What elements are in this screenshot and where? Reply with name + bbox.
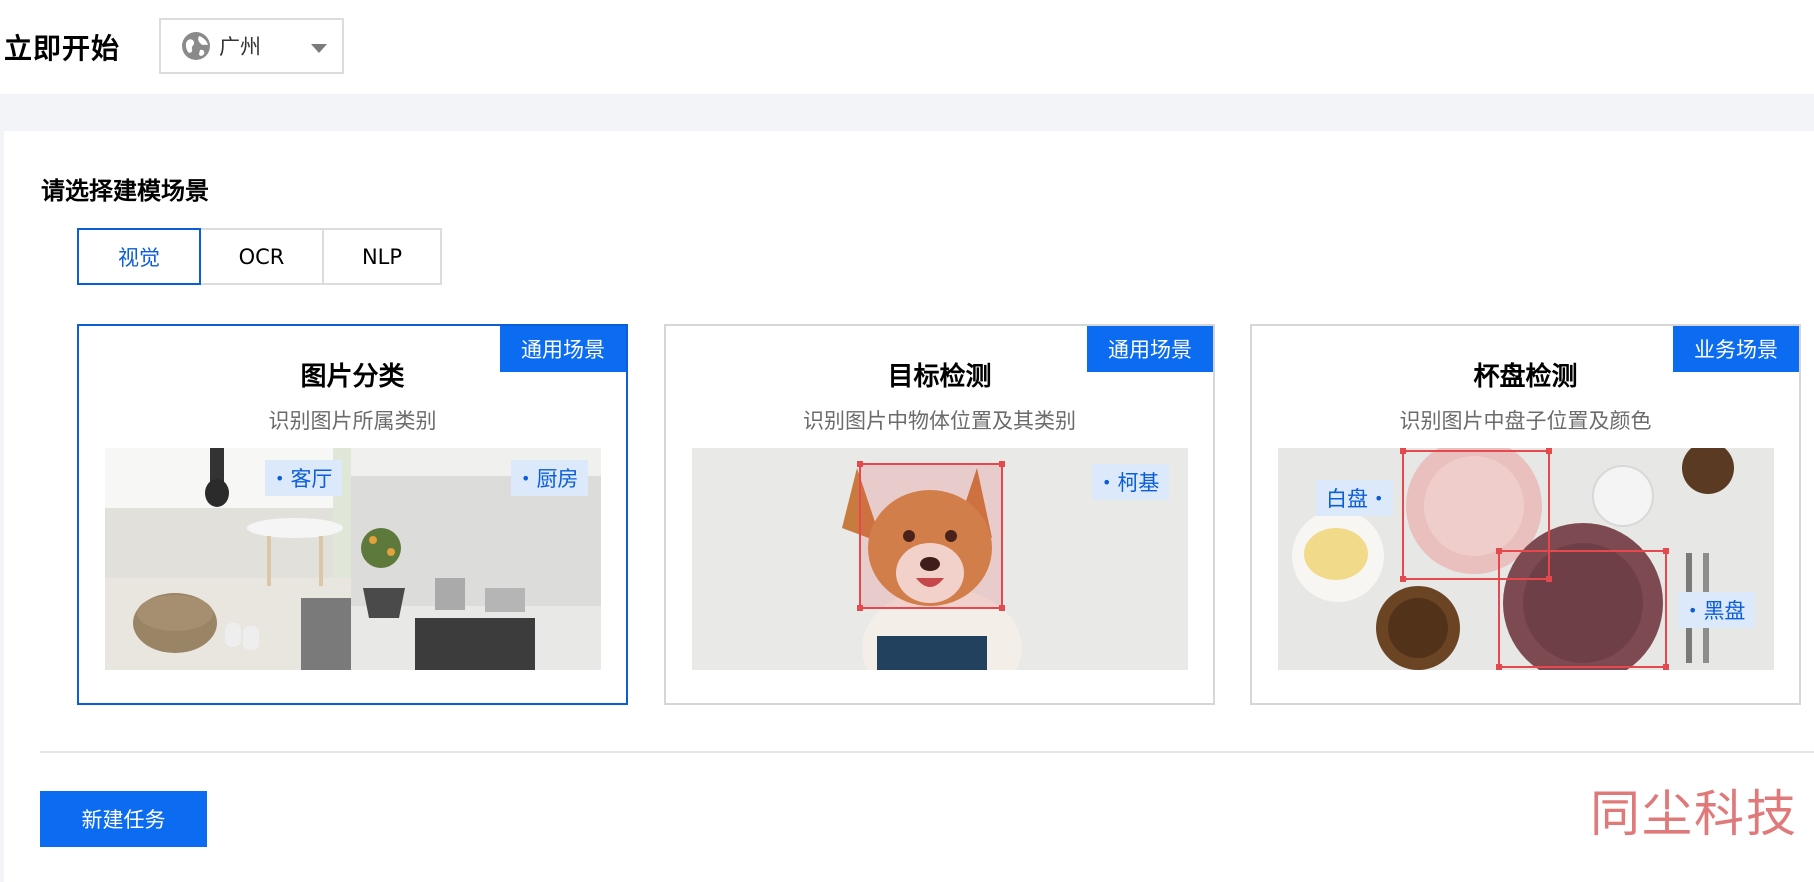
top-bar: 立即开始 广州 (0, 0, 1814, 94)
tab-ocr[interactable]: OCR (199, 228, 324, 285)
card-image-classification[interactable]: 通用场景 图片分类 识别图片所属类别 • 客厅 • 厨房 (77, 324, 628, 705)
card-plate-detection[interactable]: 业务场景 杯盘检测 识别图片中盘子位置及颜色 白盘 • • 黑盘 (1250, 324, 1801, 705)
globe-icon (182, 32, 210, 60)
create-task-button[interactable]: 新建任务 (40, 791, 207, 847)
detection-illustration: • 柯基 (692, 448, 1188, 670)
card-title: 杯盘检测 (1473, 362, 1578, 392)
label-chip-kitchen: • 厨房 (511, 460, 589, 496)
region-select[interactable]: 广州 (159, 18, 344, 74)
tab-nlp[interactable]: NLP (322, 228, 442, 285)
label-chip-black-plate: • 黑盘 (1678, 592, 1756, 628)
section-title: 请选择建模场景 (41, 177, 209, 205)
divider (40, 751, 1814, 753)
page-title: 立即开始 (4, 32, 121, 65)
scene-panel: 请选择建模场景 视觉 OCR NLP 通用场景 图片分类 识别图片所属类别 • … (4, 131, 1814, 882)
card-object-detection[interactable]: 通用场景 目标检测 识别图片中物体位置及其类别 • 柯基 (664, 324, 1215, 705)
chevron-down-icon (311, 44, 327, 53)
card-title: 图片分类 (300, 362, 405, 392)
classification-illustration: • 客厅 • 厨房 (105, 448, 601, 670)
region-value: 广州 (219, 35, 261, 59)
card-description: 识别图片中盘子位置及颜色 (1399, 409, 1652, 433)
scene-tabs: 视觉 OCR NLP (77, 228, 442, 285)
label-chip-corgi: • 柯基 (1092, 464, 1170, 500)
watermark: 同尘科技 (1590, 785, 1798, 843)
tab-vision[interactable]: 视觉 (77, 228, 201, 285)
card-title: 目标检测 (887, 362, 992, 392)
plate-illustration: 白盘 • • 黑盘 (1278, 448, 1774, 670)
label-chip-white-plate: 白盘 • (1316, 480, 1394, 516)
card-description: 识别图片所属类别 (268, 409, 437, 433)
card-description: 识别图片中物体位置及其类别 (803, 409, 1076, 433)
label-chip-living-room: • 客厅 (265, 460, 343, 496)
